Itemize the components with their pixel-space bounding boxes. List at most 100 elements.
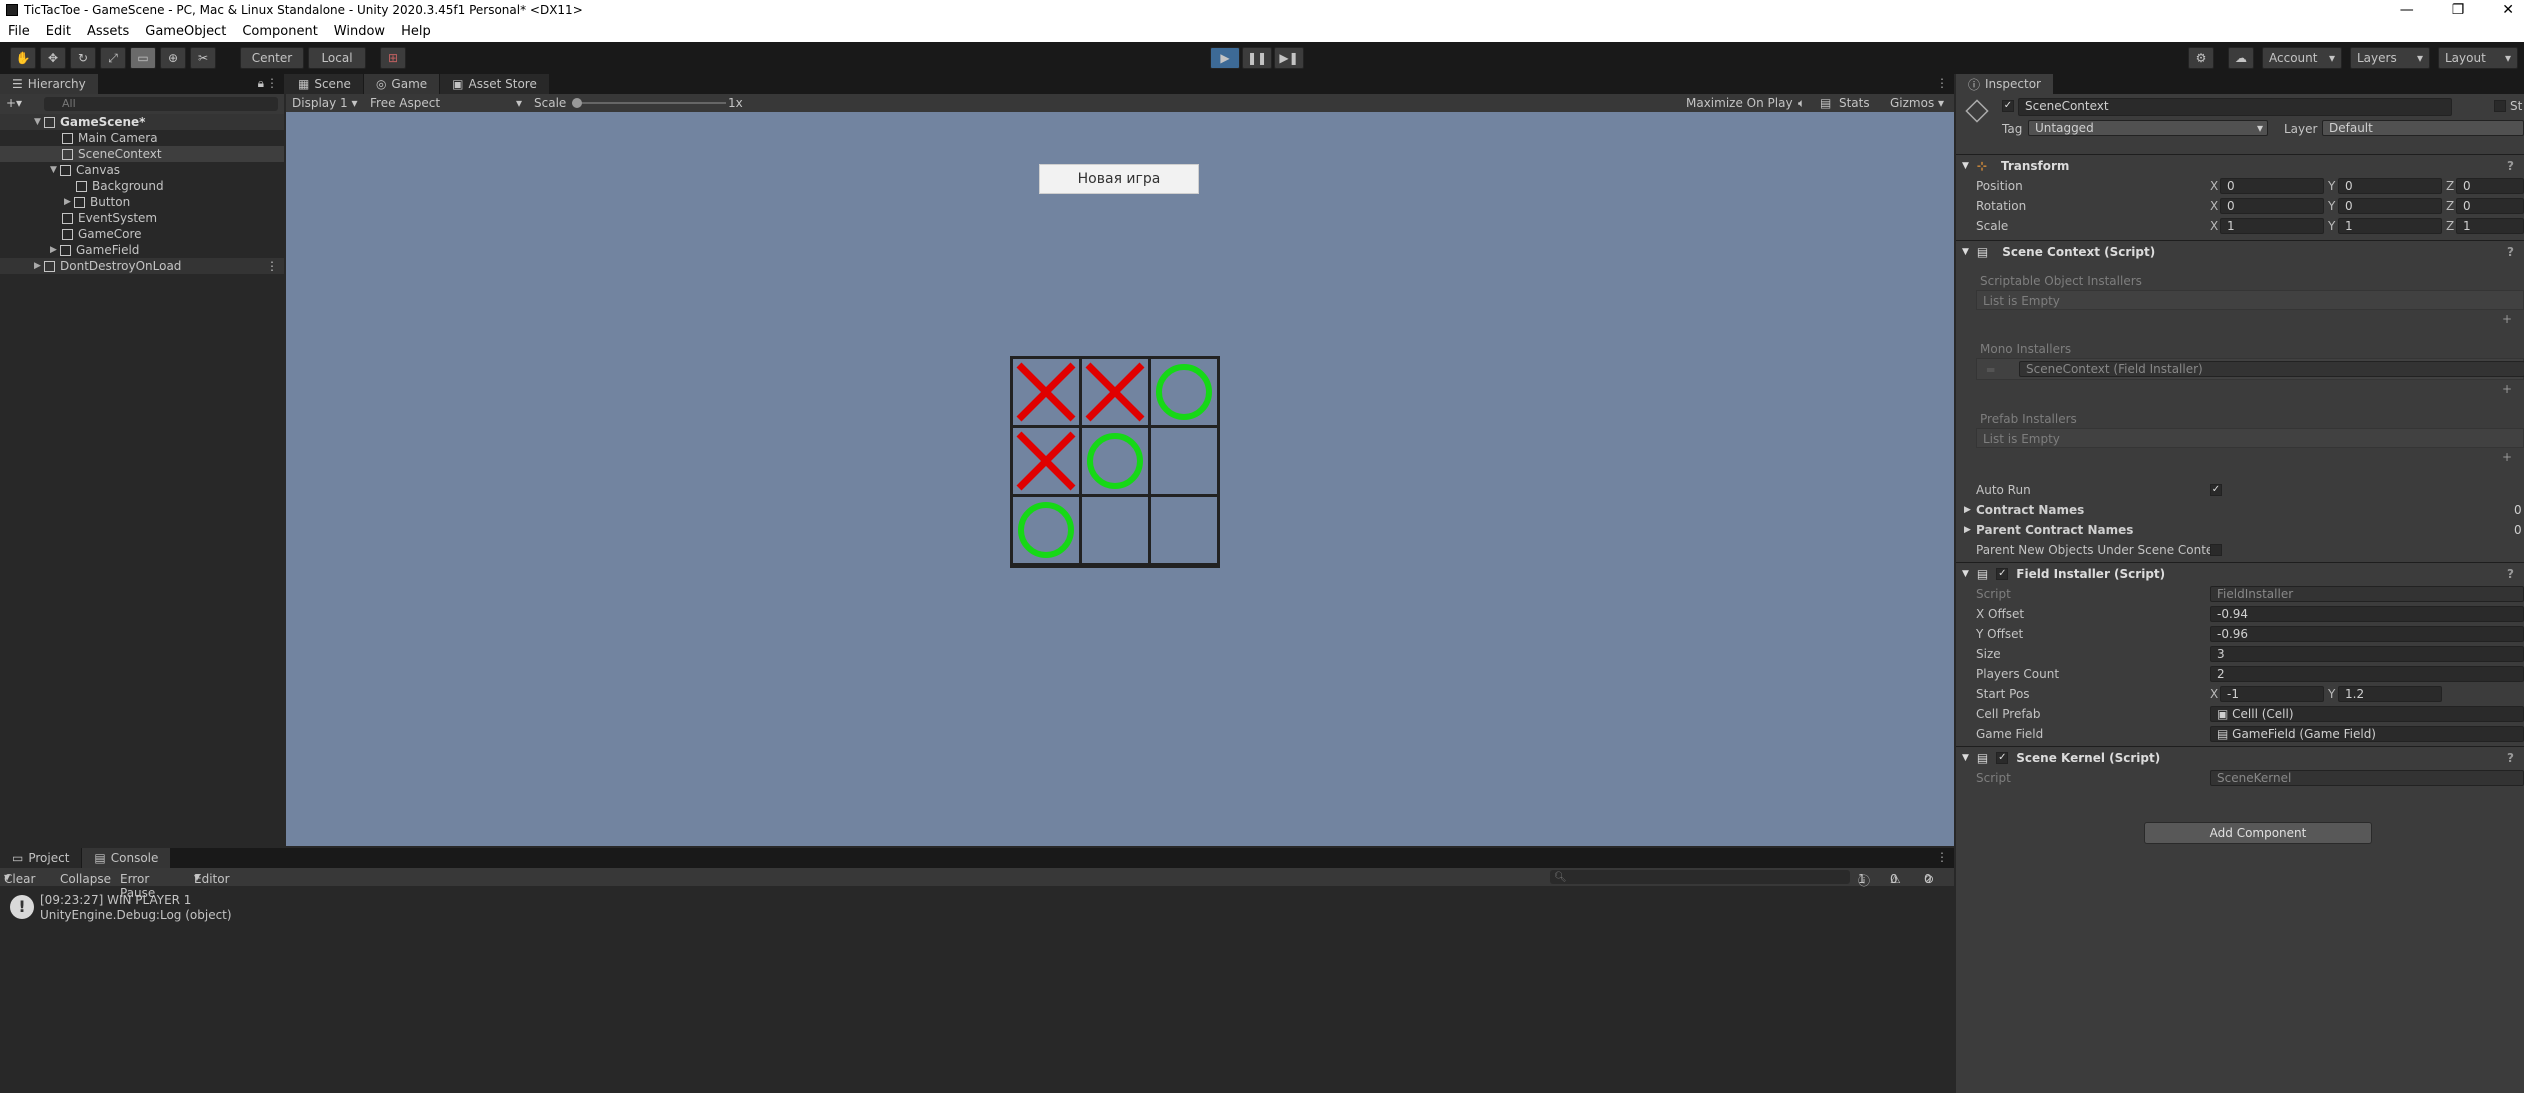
tab-scene[interactable]: ▦ Scene	[286, 74, 364, 94]
board-cell[interactable]	[1082, 497, 1148, 563]
custom-tool-icon[interactable]: ✂	[190, 47, 216, 69]
kebab-menu-icon[interactable]: ⋮	[266, 259, 278, 273]
maximize-on-play-toggle[interactable]: Maximize On Play	[1682, 95, 1797, 111]
active-checkbox[interactable]: ✓	[2002, 100, 2014, 112]
add-component-button[interactable]: Add Component	[2144, 822, 2372, 844]
object-name-input[interactable]: SceneContext	[2018, 98, 2452, 116]
tab-inspector[interactable]: ⓘ Inspector	[1956, 74, 2054, 94]
tag-dropdown[interactable]: Untagged ▾	[2028, 120, 2268, 136]
layers-dropdown[interactable]: Layers ▾	[2350, 47, 2430, 69]
scale-slider-handle[interactable]	[572, 98, 582, 108]
step-button-icon[interactable]: ▶❚	[1274, 47, 1304, 69]
add-item-plus-icon[interactable]: +	[2502, 312, 2512, 326]
board-cell[interactable]	[1082, 359, 1148, 425]
editor-dropdown[interactable]: Editor ▾	[194, 870, 230, 886]
board-cell[interactable]	[1013, 359, 1079, 425]
mute-audio-icon[interactable]: 🔈︎	[1794, 95, 1809, 111]
scale-x-input[interactable]: 1	[2220, 218, 2324, 234]
rotate-tool-icon[interactable]: ↻	[70, 47, 96, 69]
collapse-arrow-icon[interactable]: ▼	[1962, 753, 1969, 763]
cell-prefab-field[interactable]: ▣ Celll (Cell)	[2210, 706, 2524, 722]
expand-arrow-icon[interactable]: ▼	[50, 165, 60, 175]
y-offset-input[interactable]: -0.96	[2210, 626, 2524, 642]
minimize-button[interactable]: —	[2400, 0, 2414, 20]
stats-toggle[interactable]: ▤ Stats	[1816, 95, 1874, 111]
parent-contract-names-row[interactable]: ▶ Parent Contract Names 0	[1956, 520, 2524, 540]
board-cell[interactable]	[1151, 497, 1217, 563]
new-game-button[interactable]: Новая игра	[1039, 164, 1199, 194]
aspect-dropdown[interactable]: Free Aspect ▾	[366, 95, 526, 111]
menu-component[interactable]: Component	[234, 24, 325, 39]
scale-slider[interactable]	[572, 98, 726, 108]
hierarchy-search-input[interactable]: All	[44, 97, 278, 111]
menu-help[interactable]: Help	[393, 24, 439, 39]
component-enabled-checkbox[interactable]: ✓	[1996, 567, 2009, 580]
help-icon[interactable]: ?	[2507, 245, 2514, 259]
scene-kernel-header[interactable]: ▼ ▤ ✓ Scene Kernel (Script) ?	[1956, 746, 2524, 768]
players-count-input[interactable]: 2	[2210, 666, 2524, 682]
transform-header[interactable]: ▼ ⊹ Transform ?	[1956, 154, 2524, 176]
expand-arrow-icon[interactable]: ▶	[1964, 505, 1971, 515]
restore-button[interactable]: ❐	[2452, 0, 2465, 20]
account-dropdown[interactable]: Account ▾	[2262, 47, 2342, 69]
cloud-icon[interactable]: ☁	[2228, 47, 2254, 69]
tab-game[interactable]: ◎ Game	[363, 74, 441, 94]
rotation-z-input[interactable]: 0	[2456, 198, 2524, 214]
transform-tool-icon[interactable]: ⊕	[160, 47, 186, 69]
hierarchy-item-canvas[interactable]: ▼ Canvas	[0, 162, 284, 178]
create-plus-button[interactable]: +▾	[6, 96, 22, 110]
hierarchy-item-dontdestroyonload[interactable]: ▶ DontDestroyOnLoad ⋮	[0, 258, 284, 274]
size-input[interactable]: 3	[2210, 646, 2524, 662]
collab-icon[interactable]: ⚙	[2188, 47, 2214, 69]
help-icon[interactable]: ?	[2507, 751, 2514, 765]
board-cell[interactable]	[1151, 428, 1217, 494]
console-search-input[interactable]: 🔍︎	[1550, 870, 1850, 884]
menu-window[interactable]: Window	[326, 24, 393, 39]
move-tool-icon[interactable]: ✥	[40, 47, 66, 69]
hierarchy-item-button[interactable]: ▶ Button	[0, 194, 284, 210]
hierarchy-item-gamefield[interactable]: ▶ GameField	[0, 242, 284, 258]
sk-script-field[interactable]: SceneKernel	[2210, 770, 2524, 786]
collapse-arrow-icon[interactable]: ▼	[1962, 247, 1969, 257]
layout-dropdown[interactable]: Layout ▾	[2438, 47, 2518, 69]
rotation-y-input[interactable]: 0	[2338, 198, 2442, 214]
hand-tool-icon[interactable]: ✋	[10, 47, 36, 69]
lock-icon[interactable]: 🔒︎	[258, 76, 264, 91]
hierarchy-item-eventsystem[interactable]: EventSystem	[0, 210, 284, 226]
collapse-arrow-icon[interactable]: ▼	[1962, 569, 1969, 579]
board-cell[interactable]	[1013, 497, 1079, 563]
kebab-menu-icon[interactable]: ⋮	[1936, 76, 1948, 90]
board-cell[interactable]	[1151, 359, 1217, 425]
display-dropdown[interactable]: Display 1 ▾	[288, 95, 362, 111]
gizmos-dropdown[interactable]: Gizmos ▾	[1886, 95, 1948, 111]
menu-file[interactable]: File	[0, 24, 38, 39]
position-x-input[interactable]: 0	[2220, 178, 2324, 194]
pause-button-icon[interactable]: ❚❚	[1242, 47, 1272, 69]
start-pos-x-input[interactable]: -1	[2220, 686, 2324, 702]
auto-run-checkbox[interactable]: ✓	[2210, 484, 2222, 496]
game-field-field[interactable]: ▤ GameField (Game Field)	[2210, 726, 2524, 742]
layer-dropdown[interactable]: Default	[2322, 120, 2524, 136]
drag-handle-icon[interactable]: ═	[1987, 363, 1994, 377]
kebab-menu-icon[interactable]: ⋮	[1936, 850, 1948, 864]
tab-project[interactable]: ▭ Project	[0, 848, 83, 868]
hierarchy-item-gamescene[interactable]: ▼ GameScene*	[0, 114, 284, 130]
rect-tool-icon[interactable]: ▭	[130, 47, 156, 69]
collapse-arrow-icon[interactable]: ▶	[50, 245, 60, 255]
pivot-local-button[interactable]: Local	[308, 47, 366, 69]
contract-names-row[interactable]: ▶ Contract Names 0	[1956, 500, 2524, 520]
add-item-plus-icon[interactable]: +	[2502, 382, 2512, 396]
hierarchy-item-gamecore[interactable]: GameCore	[0, 226, 284, 242]
scene-context-header[interactable]: ▼ ▤ Scene Context (Script) ?	[1956, 240, 2524, 262]
hierarchy-item-main-camera[interactable]: Main Camera	[0, 130, 284, 146]
position-y-input[interactable]: 0	[2338, 178, 2442, 194]
hierarchy-item-scenecontext[interactable]: SceneContext	[0, 146, 284, 162]
help-icon[interactable]: ?	[2507, 159, 2514, 173]
game-canvas[interactable]: Новая игра	[286, 112, 1954, 846]
collapse-arrow-icon[interactable]: ▶	[34, 261, 44, 271]
tab-hierarchy[interactable]: ☰ Hierarchy	[0, 74, 99, 94]
collapse-arrow-icon[interactable]: ▶	[64, 197, 74, 207]
hierarchy-item-background[interactable]: Background	[0, 178, 284, 194]
expand-arrow-icon[interactable]: ▶	[1964, 525, 1971, 535]
collapse-arrow-icon[interactable]: ▼	[1962, 161, 1969, 171]
